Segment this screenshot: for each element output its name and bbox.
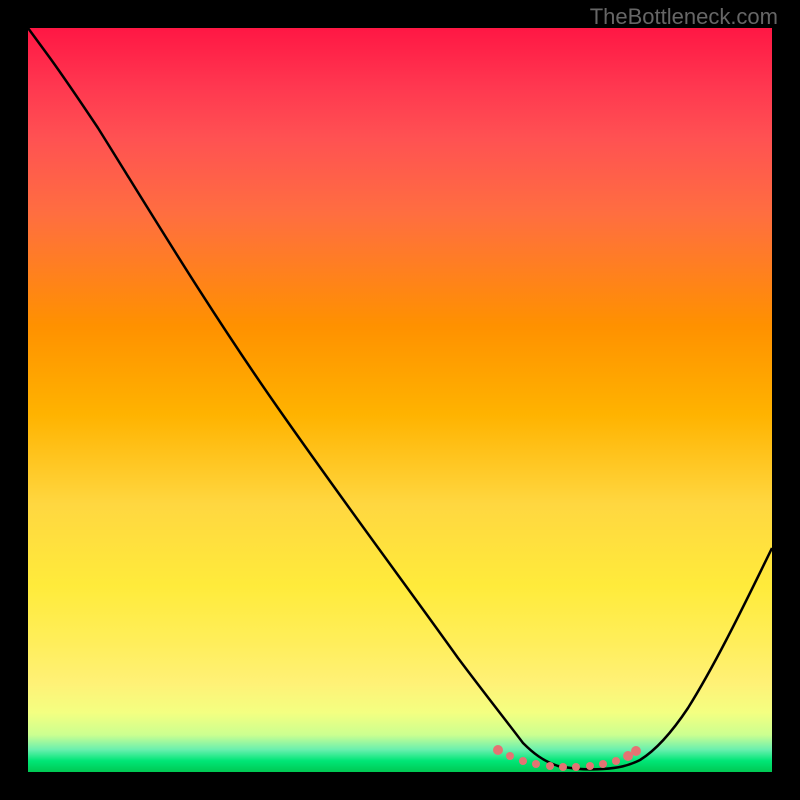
bottleneck-curve <box>28 28 772 769</box>
watermark-text: TheBottleneck.com <box>590 4 778 30</box>
chart-svg <box>28 28 772 772</box>
plot-area <box>28 28 772 772</box>
